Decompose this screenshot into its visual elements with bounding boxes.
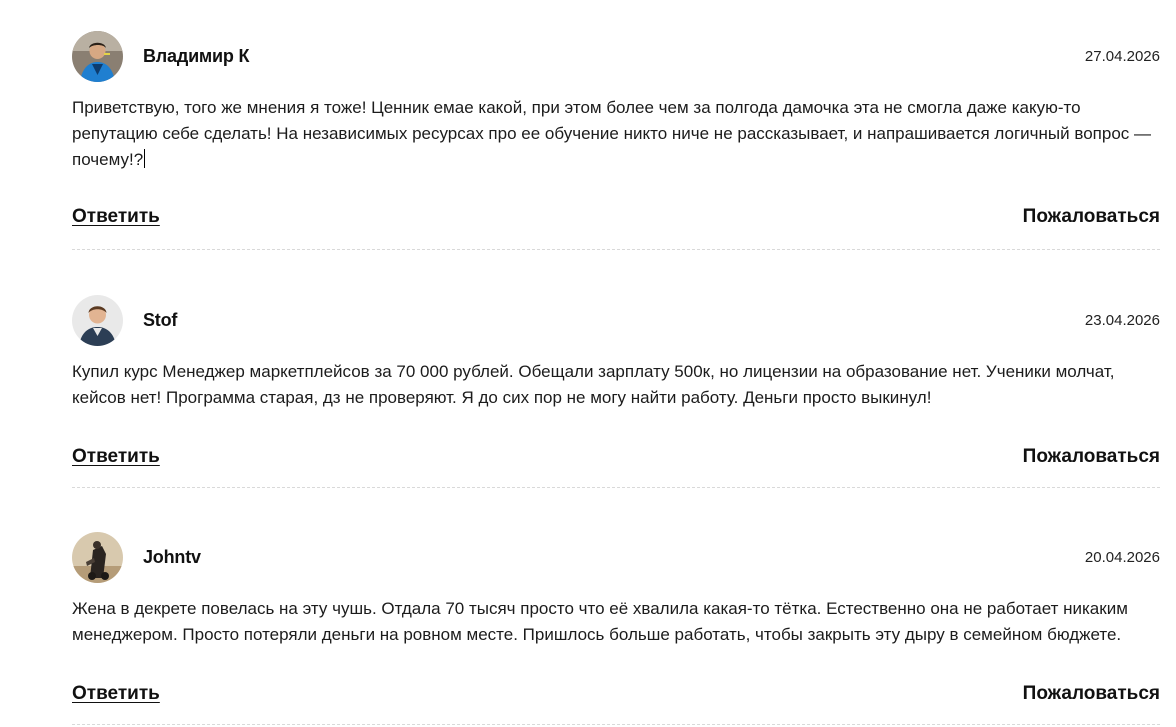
avatar[interactable] <box>72 31 123 82</box>
comment-item: Johntv 20.04.2026 Жена в декрете повелас… <box>72 532 1160 707</box>
comment-author: Johntv <box>143 547 201 567</box>
comment-text: Жена в декрете повелась на эту чушь. Отд… <box>72 599 1128 644</box>
report-button[interactable]: Пожаловаться <box>1023 446 1160 468</box>
avatar[interactable] <box>72 295 123 346</box>
avatar[interactable] <box>72 532 123 583</box>
comment-text-content: Приветствую, того же мнения я тоже! Ценн… <box>72 98 1151 169</box>
comment-actions: Ответить Пожаловаться <box>72 206 1160 230</box>
comment-header: Johntv 20.04.2026 <box>72 532 1160 583</box>
comment-text: Купил курс Менеджер маркетплейсов за 70 … <box>72 362 1115 407</box>
text-cursor <box>144 149 146 168</box>
divider <box>72 487 1160 488</box>
comment-date: 27.04.2026 <box>1084 48 1160 65</box>
comment-date: 20.04.2026 <box>1084 549 1160 566</box>
comment-actions: Ответить Пожаловаться <box>72 446 1160 470</box>
reply-button[interactable]: Ответить <box>72 683 160 705</box>
comment-author: Stof <box>143 310 178 330</box>
comment-text: Приветствую, того же мнения я тоже! Ценн… <box>72 95 1160 173</box>
comment-item: Владимир К 27.04.2026 Приветствую, того … <box>72 31 1160 230</box>
reply-button[interactable]: Ответить <box>72 206 160 228</box>
divider <box>72 249 1160 250</box>
report-button[interactable]: Пожаловаться <box>1023 206 1160 228</box>
comment-header: Владимир К 27.04.2026 <box>72 31 1160 82</box>
comment-date: 23.04.2026 <box>1084 312 1160 329</box>
report-button[interactable]: Пожаловаться <box>1023 683 1160 705</box>
comment-header: Stof 23.04.2026 <box>72 295 1160 346</box>
comment-author: Владимир К <box>143 46 250 66</box>
reply-button[interactable]: Ответить <box>72 446 160 468</box>
comment-actions: Ответить Пожаловаться <box>72 683 1160 707</box>
divider <box>72 724 1160 725</box>
comment-item: Stof 23.04.2026 Купил курс Менеджер марк… <box>72 295 1160 470</box>
